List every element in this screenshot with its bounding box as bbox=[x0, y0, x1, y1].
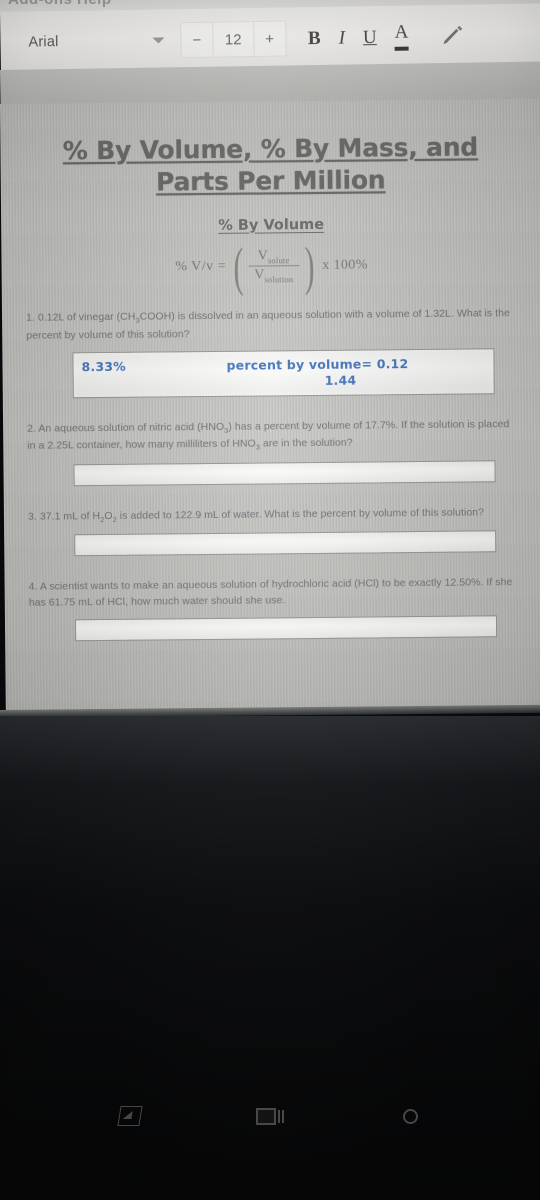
back-icon[interactable] bbox=[115, 1101, 145, 1131]
question-1-number: 1. bbox=[25, 312, 35, 325]
font-size-stepper: − 12 + bbox=[180, 20, 287, 59]
page-title: % By Volume, % By Mass, and Parts Per Mi… bbox=[35, 131, 506, 199]
increase-font-size-button[interactable]: + bbox=[254, 22, 285, 56]
question-2-text-a: An aqueous solution of nitric acid (HNO bbox=[38, 420, 225, 435]
page-title-line-2: Parts Per Million bbox=[155, 165, 386, 197]
text-color-button[interactable]: A bbox=[394, 22, 409, 51]
formula-fraction: Vsolute Vsolution bbox=[248, 247, 300, 286]
answer-box-1[interactable]: 8.33% percent by volume= 0.12 1.44 bbox=[72, 348, 495, 398]
answer-box-3[interactable] bbox=[74, 530, 497, 557]
font-family-selector[interactable]: Arial bbox=[28, 34, 58, 50]
formula-paren-right: ) bbox=[304, 235, 315, 296]
formula-numerator: Vsolute bbox=[257, 248, 290, 265]
percent-volume-formula: % V/v = ( Vsolute Vsolution ) x 100% bbox=[11, 235, 531, 297]
question-1-text-a: 0.12L of vinegar (CH bbox=[37, 311, 136, 325]
android-nav-bar bbox=[0, 1080, 540, 1200]
pen-icon[interactable] bbox=[440, 24, 464, 48]
question-3-text-a: 37.1 mL of H bbox=[39, 510, 101, 523]
question-3-text-b: O bbox=[104, 509, 113, 523]
answer-1-value: 8.33% bbox=[81, 359, 126, 375]
font-size-value[interactable]: 12 bbox=[212, 22, 255, 57]
menu-bar-text: Add-ons Help bbox=[8, 0, 112, 8]
question-3-text-c: is added to 122.9 mL of water. What is t… bbox=[116, 506, 485, 522]
formula-rhs: x 100% bbox=[322, 257, 368, 273]
question-1: 1. 0.12L of vinegar (CH3COOH) is dissolv… bbox=[26, 305, 518, 344]
question-2-text-c: are in the solution? bbox=[259, 436, 353, 450]
answer-1-work-line-2: 1.44 bbox=[324, 372, 357, 388]
home-icon[interactable] bbox=[255, 1101, 285, 1131]
question-2-number: 2. bbox=[27, 422, 37, 435]
question-3: 3. 37.1 mL of H2O2 is added to 122.9 mL … bbox=[28, 504, 520, 526]
decrease-font-size-button[interactable]: − bbox=[181, 22, 214, 58]
formula-denominator: Vsolution bbox=[254, 267, 294, 285]
formula-lhs: % V/v = bbox=[175, 258, 227, 275]
question-4-text: A scientist wants to make an aqueous sol… bbox=[28, 575, 513, 609]
document-page[interactable]: % By Volume, % By Mass, and Parts Per Mi… bbox=[0, 98, 540, 716]
question-2: 2. An aqueous solution of nitric acid (H… bbox=[27, 416, 519, 456]
question-3-number: 3. bbox=[27, 510, 37, 523]
question-4-number: 4. bbox=[28, 580, 38, 593]
chevron-down-icon[interactable] bbox=[152, 37, 165, 44]
page-title-line-1: % By Volume, % By Mass, and bbox=[62, 132, 479, 166]
question-4: 4. A scientist wants to make an aqueous … bbox=[29, 574, 521, 611]
italic-button[interactable]: I bbox=[339, 27, 346, 48]
phone-screen: Add-ons Help Arial − 12 + B I U A bbox=[0, 0, 540, 1200]
section-heading: % By Volume bbox=[218, 216, 325, 234]
answer-1-work: percent by volume= 0.12 1.44 bbox=[226, 356, 408, 389]
answer-1-work-line-1: percent by volume= 0.12 bbox=[226, 356, 409, 374]
answer-box-4[interactable] bbox=[74, 615, 498, 642]
formula-paren-left: ( bbox=[232, 236, 244, 297]
answer-box-2[interactable] bbox=[73, 460, 496, 487]
recent-apps-icon[interactable] bbox=[395, 1101, 425, 1131]
underline-button[interactable]: U bbox=[363, 27, 377, 48]
bold-button[interactable]: B bbox=[308, 27, 321, 48]
